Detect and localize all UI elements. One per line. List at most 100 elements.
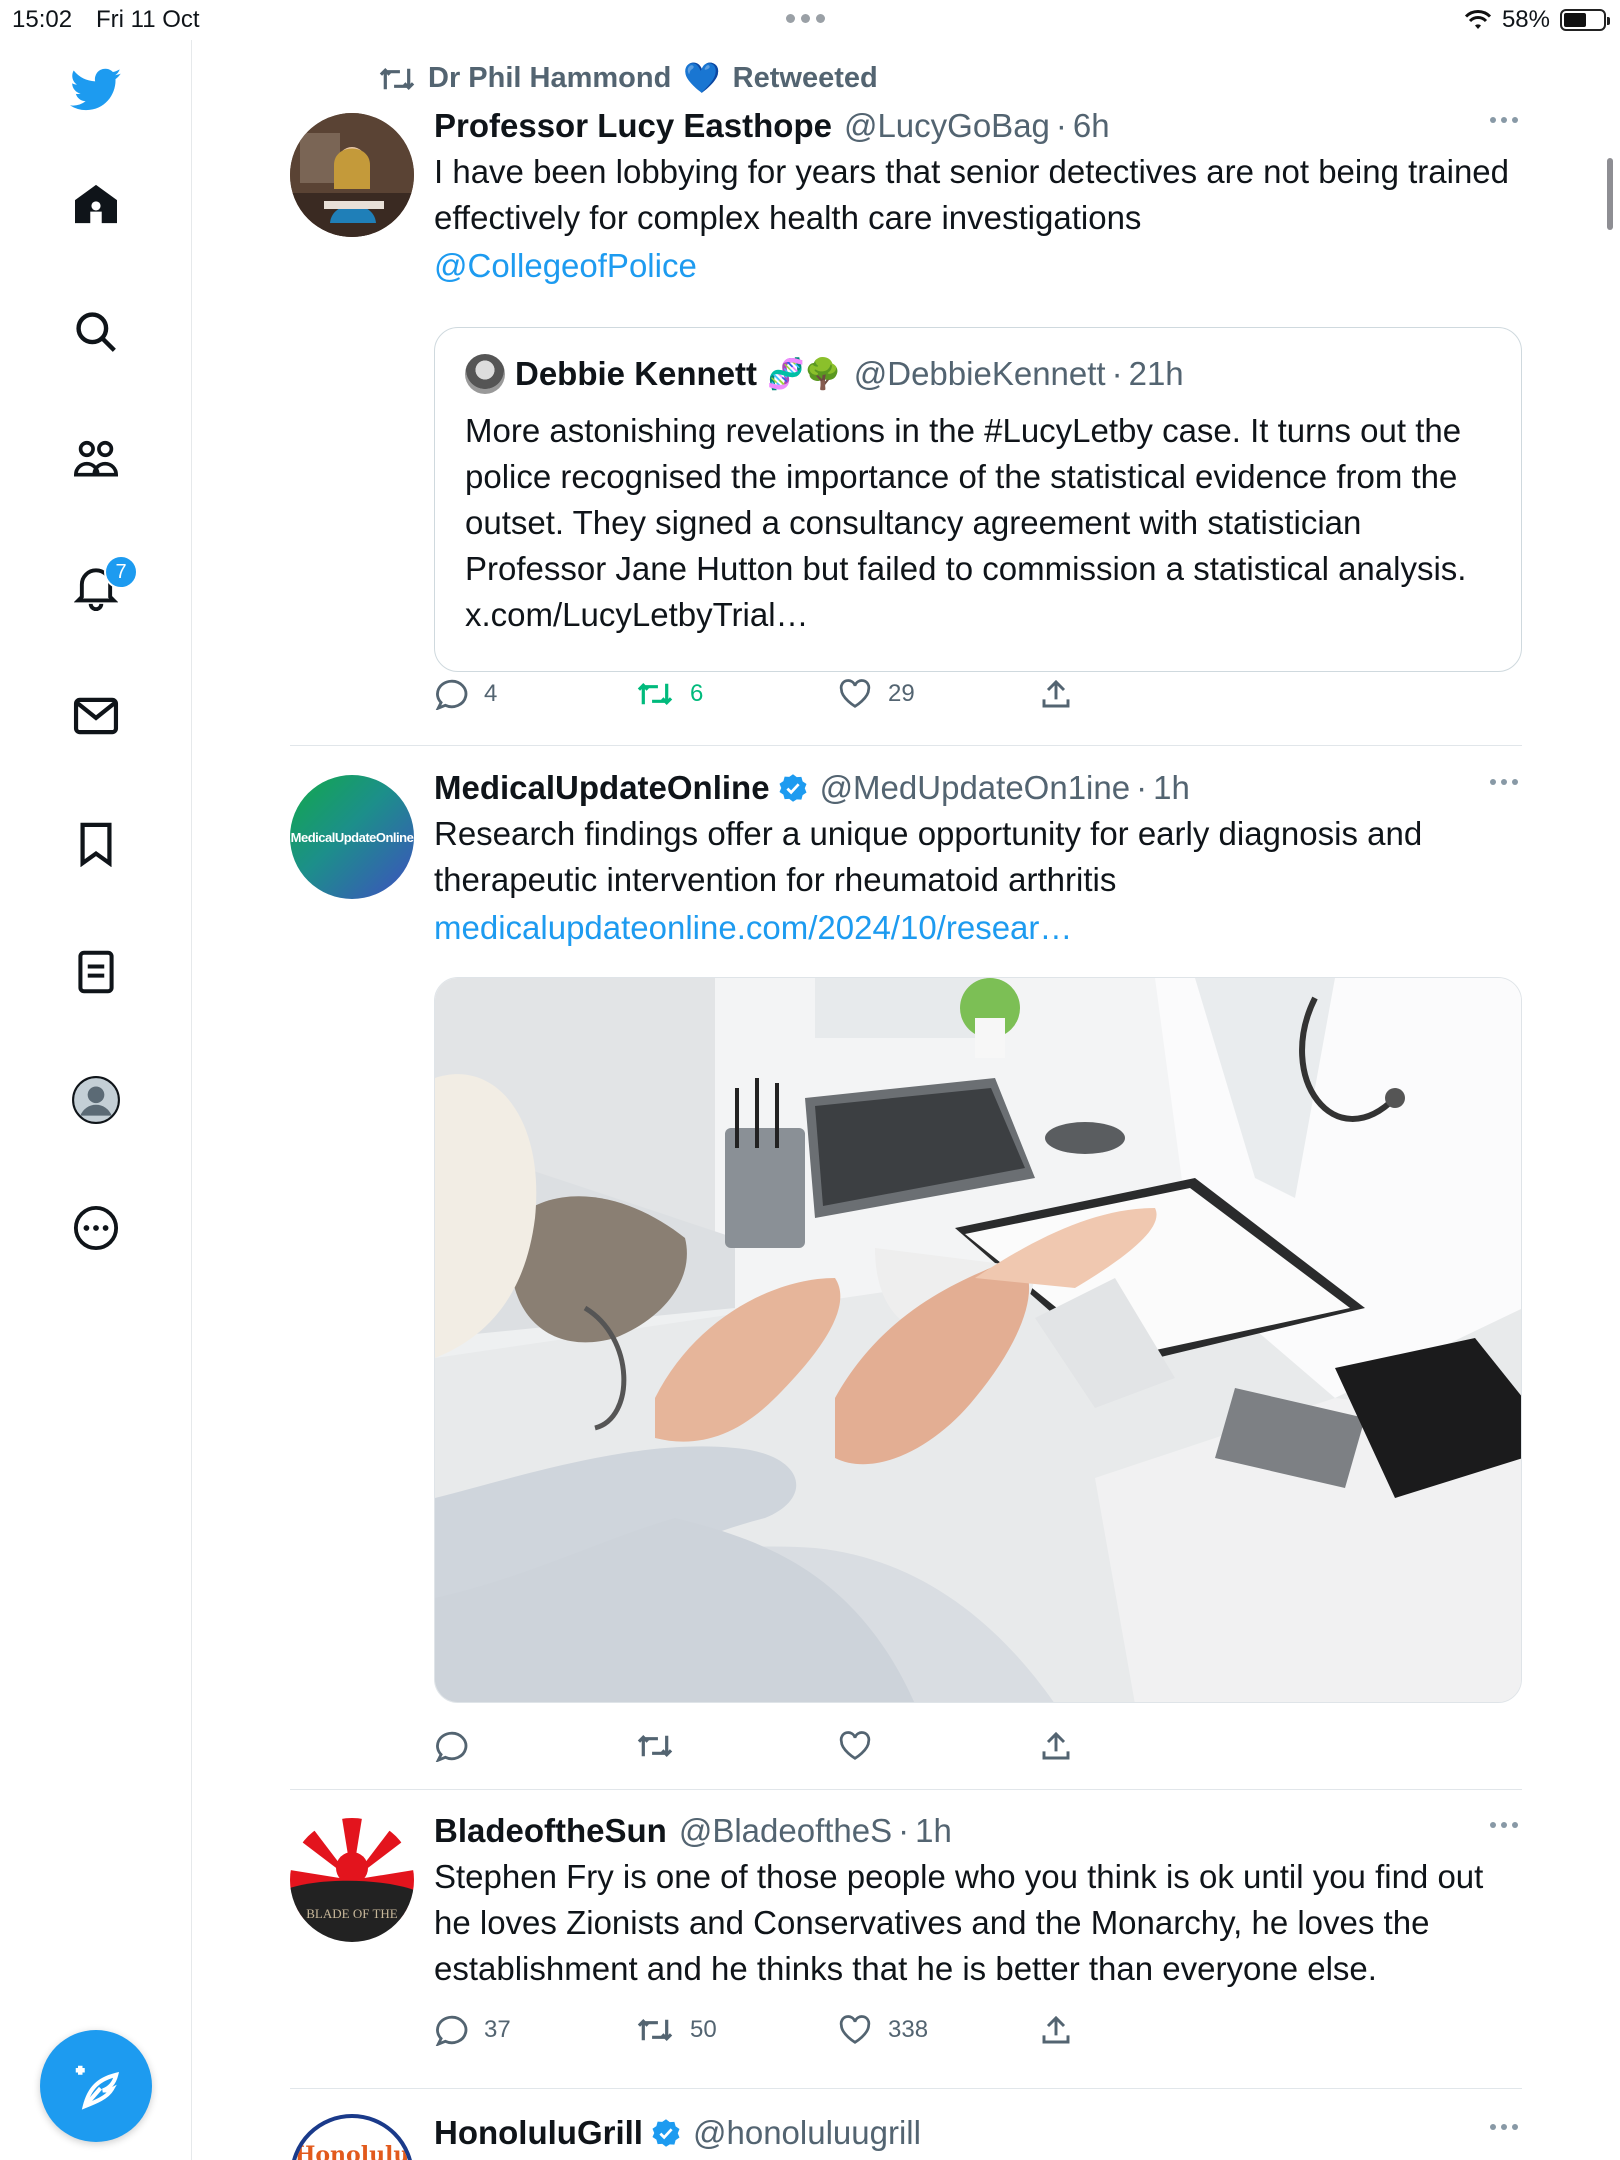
author-handle[interactable]: @BladeoftheS	[679, 1810, 892, 1852]
author-name[interactable]: MedicalUpdateOnline	[434, 767, 770, 809]
heart-icon	[839, 679, 871, 708]
reply-icon	[435, 1731, 468, 1762]
tweet-lucy-easthope[interactable]: Dr Phil Hammond 💙 Retweeted Professor Lu…	[290, 55, 1522, 735]
retweet-button[interactable]: 6	[636, 678, 838, 710]
tweet-actions: 37 50 338	[434, 2014, 1100, 2046]
tweet-text: I have been lobbying for years that seni…	[434, 153, 1510, 236]
scrollbar[interactable]	[1607, 158, 1613, 230]
retweet-icon	[379, 67, 415, 90]
author-handle[interactable]: @honoluluugrill	[693, 2112, 921, 2154]
quoted-tweet-text: More astonishing revelations in the #Luc…	[465, 412, 1467, 633]
reply-button[interactable]	[434, 1730, 636, 1762]
tweet-time[interactable]: 1h	[915, 1810, 952, 1852]
tweet-media-image[interactable]	[434, 977, 1522, 1703]
more-options-icon[interactable]	[1490, 1822, 1518, 1828]
tweet-header: Professor Lucy Easthope @LucyGoBag · 6h	[434, 105, 1522, 147]
verified-badge-icon	[652, 2119, 680, 2147]
share-icon	[1042, 679, 1070, 708]
search-icon[interactable]	[70, 306, 122, 358]
twitter-logo-icon[interactable]	[70, 64, 122, 116]
retweet-icon	[637, 682, 673, 706]
more-options-icon[interactable]	[1490, 779, 1518, 785]
retweet-count: 50	[690, 2016, 717, 2043]
multitasking-dots-icon[interactable]	[786, 14, 825, 23]
tweet-text: Research findings offer a unique opportu…	[434, 815, 1423, 898]
battery-percent: 58%	[1501, 6, 1550, 33]
communities-icon[interactable]	[70, 434, 122, 486]
like-button[interactable]	[838, 1730, 1040, 1762]
sidebar: 7	[0, 40, 192, 2160]
quoted-author-name: Debbie Kennett	[515, 355, 758, 392]
avatar-medical-update[interactable]: MedicalUpdateOnline	[290, 775, 414, 899]
envelope-icon[interactable]	[70, 690, 122, 742]
quoted-author-handle: @DebbieKennett	[853, 355, 1106, 392]
reply-button[interactable]: 4	[434, 678, 636, 710]
tweet-actions: 4 6 29	[434, 678, 1100, 710]
profile-avatar-icon[interactable]	[70, 1074, 122, 1126]
status-time: 15:02	[12, 6, 73, 33]
avatar-blade-of-the-sun[interactable]: BLADE OF THE	[290, 1818, 414, 1942]
tweet-text: Stephen Fry is one of those people who y…	[434, 1858, 1484, 1987]
status-date: Fri 11 Oct	[96, 6, 200, 33]
quoted-tweet[interactable]: Debbie Kennett 🧬🌳 @DebbieKennett · 21h M…	[434, 327, 1522, 672]
author-name[interactable]: HonoluluGrill	[434, 2112, 643, 2154]
tweet-body: Professor Lucy Easthope @LucyGoBag · 6h …	[434, 105, 1522, 289]
separator-dot: ·	[1111, 355, 1123, 392]
tweet-divider	[290, 1789, 1522, 1790]
retweeted-by-name[interactable]: Dr Phil Hammond	[428, 62, 671, 95]
tweet-blade-of-the-sun[interactable]: BLADE OF THE BladeoftheSun @BladeoftheS …	[290, 1812, 1522, 2048]
more-circle-icon[interactable]	[70, 1202, 122, 1254]
tweet-body: HonoluluGrill @honoluluugrill	[434, 2112, 1522, 2154]
quoted-tweet-header: Debbie Kennett 🧬🌳 @DebbieKennett · 21h	[465, 354, 1491, 394]
avatar-honolulu-grill[interactable]: Honolulu	[290, 2114, 414, 2160]
retweet-count: 6	[690, 680, 704, 707]
home-icon[interactable]	[70, 178, 122, 230]
quoted-tweet-time: 21h	[1128, 355, 1184, 392]
doctor-patient-photo	[435, 978, 1521, 1702]
reply-button[interactable]: 37	[434, 2014, 636, 2046]
list-icon[interactable]	[70, 946, 122, 998]
author-name[interactable]: Professor Lucy Easthope	[434, 105, 832, 147]
like-button[interactable]: 338	[838, 2014, 1040, 2046]
share-icon	[1042, 1731, 1070, 1760]
mention-link[interactable]: @CollegeofPolice	[434, 243, 1522, 289]
share-button[interactable]	[1040, 1730, 1100, 1762]
reply-count: 37	[484, 2016, 511, 2043]
reply-icon	[435, 679, 468, 710]
like-button[interactable]: 29	[838, 678, 1040, 710]
more-options-icon[interactable]	[1490, 2124, 1518, 2130]
reply-count: 4	[484, 680, 498, 707]
heart-icon	[839, 2015, 871, 2044]
tweet-divider	[290, 2088, 1522, 2089]
avatar-text: BLADE OF THE	[306, 1906, 398, 1921]
compose-button[interactable]	[40, 2030, 152, 2142]
blue-heart-emoji: 💙	[683, 62, 721, 95]
share-button[interactable]	[1040, 678, 1100, 710]
heart-icon	[839, 1731, 871, 1760]
tweet-time[interactable]: 6h	[1073, 105, 1110, 147]
retweet-context: Dr Phil Hammond 💙 Retweeted	[378, 61, 878, 96]
avatar-lucy-easthope[interactable]	[290, 113, 414, 237]
article-link[interactable]: medicalupdateonline.com/2024/10/resear…	[434, 905, 1522, 951]
separator-dot: ·	[898, 1812, 910, 1849]
avatar-text: Honolulu	[294, 2142, 410, 2160]
bookmark-icon[interactable]	[70, 818, 122, 870]
tweet-time[interactable]: 1h	[1153, 767, 1190, 809]
author-handle[interactable]: @LucyGoBag	[844, 105, 1050, 147]
tweet-body: MedicalUpdateOnline @MedUpdateOn1ine · 1…	[434, 767, 1522, 951]
like-count: 338	[888, 2016, 929, 2043]
tweet-honolulu-grill[interactable]: Honolulu HonoluluGrill @honoluluugrill	[290, 2112, 1522, 2160]
author-name[interactable]: BladeoftheSun	[434, 1810, 667, 1852]
more-options-icon[interactable]	[1490, 117, 1518, 123]
tweet-header: BladeoftheSun @BladeoftheS · 1h	[434, 1810, 1522, 1852]
quoted-author-avatar	[465, 354, 505, 394]
tweet-medical-update[interactable]: MedicalUpdateOnline MedicalUpdateOnline …	[290, 769, 1522, 1765]
retweet-button[interactable]	[636, 1730, 838, 1762]
compose-feather-icon	[75, 2065, 120, 2110]
retweeted-label: Retweeted	[732, 62, 878, 94]
retweet-button[interactable]: 50	[636, 2014, 838, 2046]
battery-icon	[1560, 9, 1610, 31]
author-handle[interactable]: @MedUpdateOn1ine	[820, 767, 1131, 809]
share-button[interactable]	[1040, 2014, 1100, 2046]
status-bar: 15:02 Fri 11 Oct 58%	[0, 0, 1620, 40]
